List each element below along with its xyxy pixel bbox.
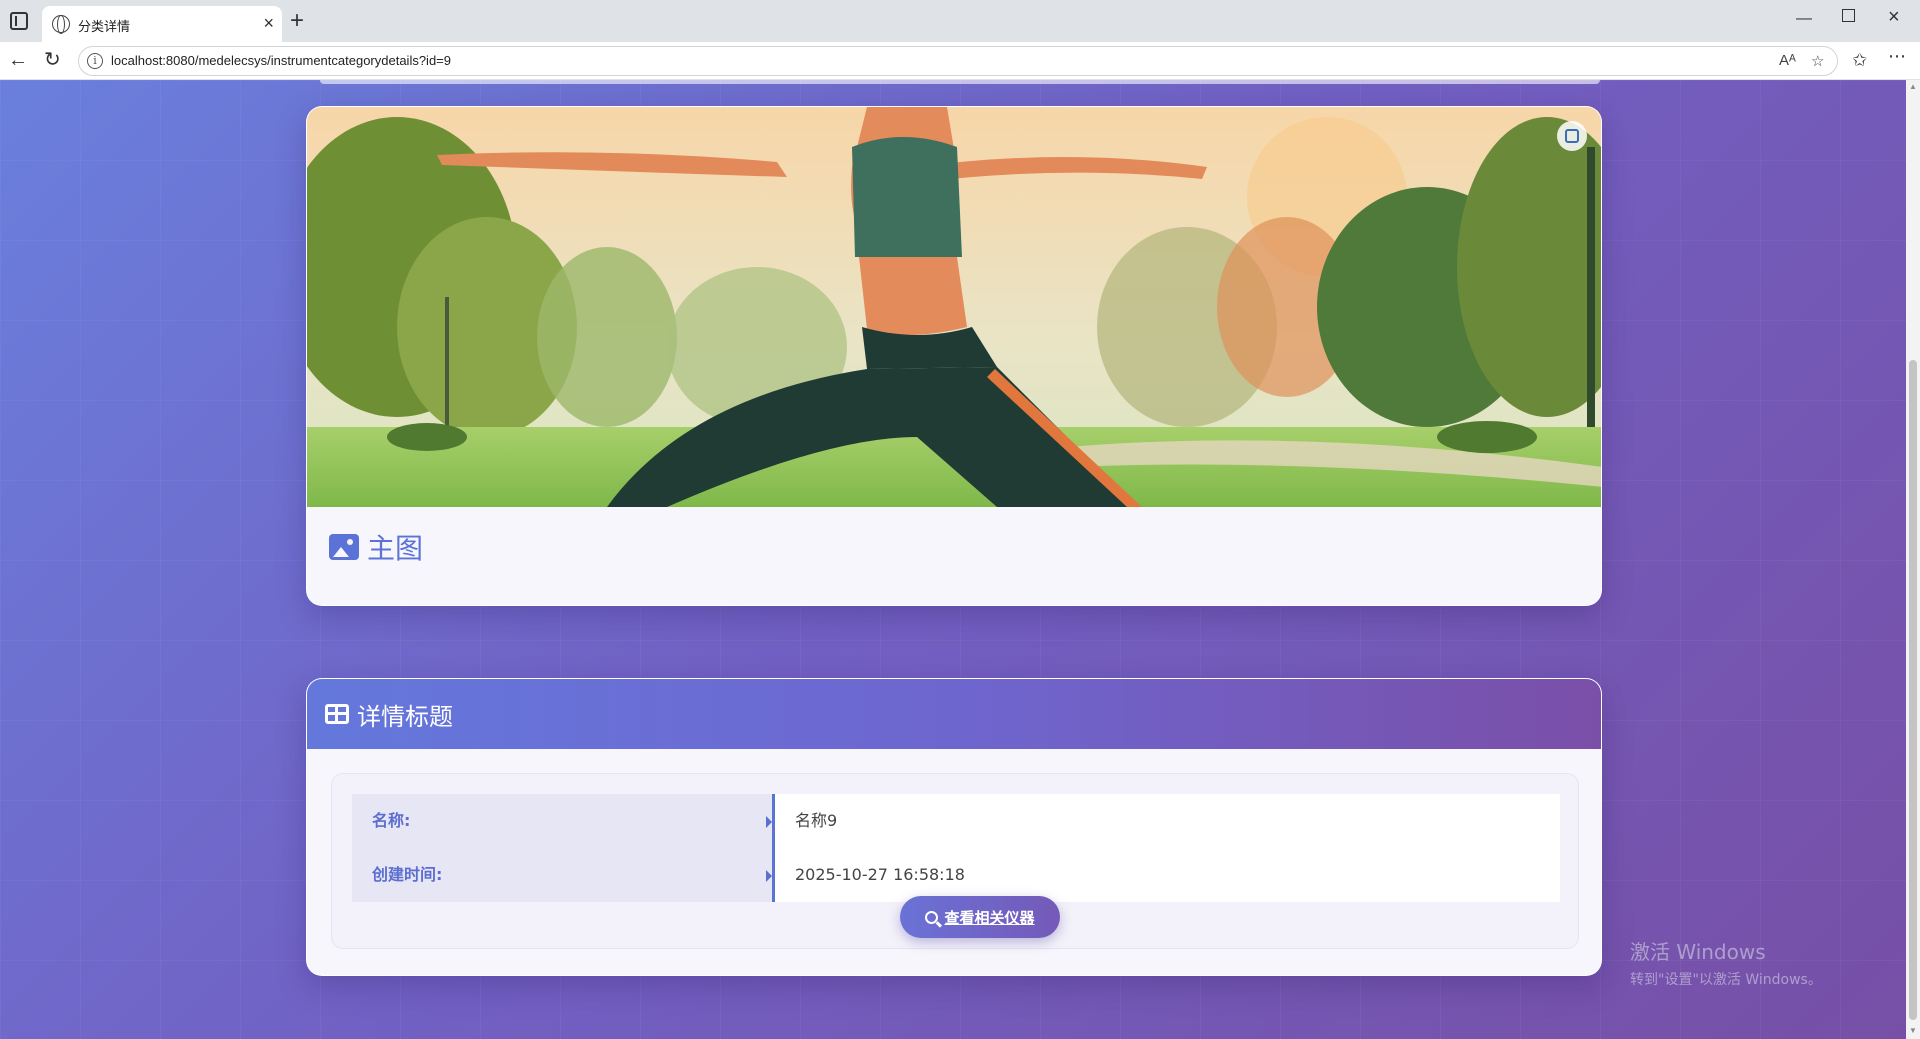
details-table: 名称: 名称9 创建时间: 2025-10-27 16:58:18 查看相关仪器: [331, 773, 1579, 949]
favorites-icon[interactable]: ✩: [1852, 50, 1867, 71]
windows-activation-watermark: 激活 Windows 转到"设置"以激活 Windows。: [1630, 936, 1822, 989]
close-tab-icon[interactable]: ×: [263, 13, 274, 33]
new-tab-button[interactable]: +: [290, 8, 304, 34]
maximize-icon[interactable]: [1842, 9, 1855, 22]
view-related-instruments-button[interactable]: 查看相关仪器: [900, 896, 1060, 938]
page-scrollbar[interactable]: ▲ ▼: [1906, 80, 1920, 1039]
previous-section-edge: [320, 80, 1600, 84]
site-info-icon[interactable]: i: [87, 53, 103, 69]
more-menu-icon[interactable]: ⋯: [1888, 46, 1906, 67]
details-card: 详情标题 名称: 名称9 创建时间: 2025-10-27 16:58:18 查…: [306, 678, 1602, 976]
watermark-line2: 转到"设置"以激活 Windows。: [1630, 972, 1822, 988]
globe-icon: [52, 15, 70, 34]
back-icon[interactable]: ←: [8, 48, 28, 72]
browser-toolbar: ← ↻ i localhost:8080/medelecsys/instrume…: [0, 42, 1920, 80]
refresh-icon[interactable]: ↻: [44, 48, 61, 72]
read-aloud-icon[interactable]: Aᴬ: [1779, 52, 1796, 69]
tab-title: 分类详情: [78, 19, 131, 34]
watermark-line1: 激活 Windows: [1630, 940, 1766, 964]
view-related-instruments-label: 查看相关仪器: [944, 908, 1035, 927]
search-icon: [925, 910, 939, 924]
detail-value: 名称9: [775, 794, 1560, 848]
address-url[interactable]: localhost:8080/medelecsys/instrumentcate…: [111, 53, 451, 68]
detail-label: 名称:: [352, 794, 772, 848]
visual-search-icon[interactable]: [1557, 121, 1587, 151]
detail-row-created-time: 创建时间: 2025-10-27 16:58:18: [352, 848, 1560, 902]
detail-label: 创建时间:: [352, 848, 772, 902]
close-window-icon[interactable]: ×: [1888, 6, 1900, 29]
favorite-star-icon[interactable]: ☆: [1811, 52, 1824, 70]
scroll-up-icon[interactable]: ▲: [1909, 82, 1917, 91]
main-image: [307, 107, 1601, 507]
main-image-card: 主图: [306, 106, 1602, 606]
tab-actions-icon[interactable]: [10, 12, 28, 30]
minimize-icon[interactable]: —: [1796, 10, 1812, 28]
table-icon: [325, 704, 349, 724]
image-icon: [329, 534, 359, 560]
detail-value: 2025-10-27 16:58:18: [775, 848, 1560, 902]
details-header: 详情标题: [307, 679, 1601, 749]
page-viewport: 主图 详情标题 名称: 名称9 创建时间: 2025-10-27 16:58:1…: [0, 80, 1920, 1039]
detail-row-name: 名称: 名称9: [352, 794, 1560, 848]
image-caption: 主图: [329, 527, 423, 567]
browser-tab[interactable]: 分类详情 ×: [42, 6, 282, 42]
browser-tab-bar: 分类详情 × + — ×: [0, 0, 1920, 42]
image-caption-text: 主图: [367, 532, 424, 565]
details-title: 详情标题: [357, 702, 453, 731]
address-bar[interactable]: i localhost:8080/medelecsys/instrumentca…: [78, 46, 1838, 76]
scrollbar-thumb[interactable]: [1909, 360, 1917, 1020]
scroll-down-icon[interactable]: ▼: [1909, 1026, 1917, 1035]
